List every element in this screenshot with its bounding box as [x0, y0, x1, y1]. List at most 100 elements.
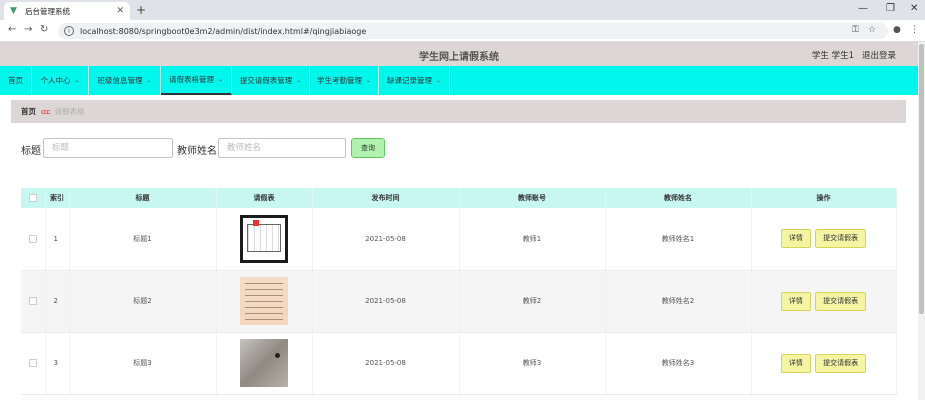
page-title: 学生网上请假系统 [419, 52, 499, 63]
index-cell: 2 [45, 270, 70, 333]
leave-form-image-cell [216, 208, 313, 271]
actions-cell: 详情 提交请假表 [751, 270, 897, 333]
leave-form-image-cell [216, 270, 313, 333]
chevron-down-icon: ⌄ [217, 76, 224, 83]
table-row: 3 标题3 2021-05-08 教师3 教师姓名3 详情 提交请假表 [21, 332, 897, 395]
window-close-icon[interactable]: ✕ [910, 3, 918, 15]
chevron-down-icon: ⌄ [146, 77, 152, 84]
leave-form-image-cell [216, 332, 313, 395]
column-header: 教师姓名 [605, 188, 752, 208]
nav-item-absence[interactable]: 缺课记录管理 ⌄ [379, 66, 450, 95]
chevron-down-icon: ⌄ [435, 77, 442, 84]
table-header-row: 索引 标题 请假表 发布时间 教师账号 教师姓名 操作 [21, 188, 897, 208]
nav-label: 学生考勤管理 [316, 76, 362, 85]
row-checkbox[interactable] [28, 234, 37, 243]
column-header: 请假表 [216, 188, 313, 208]
leave-form-thumbnail[interactable] [240, 277, 288, 325]
detail-button[interactable]: 详情 [780, 229, 811, 249]
minimize-icon[interactable]: — [858, 3, 868, 15]
forward-icon[interactable]: → [24, 24, 32, 36]
breadcrumb-current: 请假表格 [54, 107, 85, 116]
title-cell: 标题2 [69, 270, 217, 333]
new-tab-icon[interactable]: + [136, 3, 146, 17]
scrollbar-thumb[interactable] [919, 44, 924, 314]
nav-label: 提交请假表管理 [239, 76, 293, 85]
app-header: 学生网上请假系统 学生 学生1 退出登录 [0, 42, 918, 66]
index-cell: 1 [45, 208, 70, 271]
teacher-name-input[interactable] [218, 138, 346, 158]
column-header: 索引 [45, 188, 70, 208]
leave-form-thumbnail[interactable] [240, 214, 288, 263]
row-select-cell[interactable] [21, 270, 46, 333]
row-checkbox[interactable] [28, 359, 37, 367]
publish-time-cell: 2021-05-08 [312, 208, 460, 271]
nav-label: 首页 [8, 76, 23, 85]
teacher-name-label: 教师姓名 [177, 146, 217, 157]
chevron-down-icon: ⌄ [296, 77, 302, 84]
teacher-account-cell: 教师3 [459, 332, 606, 395]
key-icon[interactable]: ⚿ [852, 25, 859, 35]
reload-icon[interactable]: ↻ [40, 24, 48, 36]
publish-time-cell: 2021-05-08 [312, 270, 460, 333]
table-row: 2 标题2 2021-05-08 教师2 教师姓名2 详情 提交请假表 [21, 270, 897, 333]
star-icon[interactable]: ☆ [868, 25, 876, 35]
logout-link[interactable]: 退出登录 [862, 49, 896, 61]
browser-tab-strip: ▼ 后台管理系统 ✕ + — ❐ ✕ [0, 0, 925, 20]
submit-leave-button[interactable]: 提交请假表 [815, 353, 867, 373]
detail-button[interactable]: 详情 [780, 353, 811, 373]
title-cell: 标题1 [69, 208, 217, 271]
teacher-account-cell: 教师1 [459, 208, 606, 271]
breadcrumb-home[interactable]: 首页 [21, 106, 36, 117]
submit-leave-button[interactable]: 提交请假表 [815, 291, 867, 311]
nav-label: 个人中心 [40, 76, 71, 85]
title-input[interactable] [43, 138, 173, 158]
nav-item-leave-form[interactable]: 请假表格管理 ⌄ [161, 66, 232, 95]
page-scrollbar[interactable] [918, 42, 925, 400]
chevron-down-icon: ⌄ [74, 77, 80, 84]
teacher-name-cell: 教师姓名3 [605, 332, 752, 395]
title-cell: 标题3 [69, 332, 217, 395]
row-checkbox[interactable] [28, 297, 37, 305]
index-cell: 3 [45, 332, 70, 395]
nav-item-home[interactable]: 首页 [0, 66, 32, 95]
leave-form-thumbnail[interactable] [240, 339, 288, 387]
select-all-cell[interactable] [21, 188, 46, 208]
back-icon[interactable]: ← [8, 24, 16, 36]
breadcrumb: 首页 ccc 请假表格 [11, 100, 906, 123]
query-button[interactable]: 查询 [351, 138, 385, 158]
nav-item-personal-center[interactable]: 个人中心 ⌄ [32, 66, 89, 95]
browser-tab[interactable]: ▼ 后台管理系统 ✕ [4, 2, 130, 20]
vue-logo-icon: ▼ [10, 5, 17, 16]
column-header: 标题 [69, 188, 217, 208]
site-info-icon[interactable]: i [64, 26, 74, 36]
breadcrumb-separator: ccc [41, 107, 50, 116]
detail-button[interactable]: 详情 [780, 291, 811, 311]
submit-leave-button[interactable]: 提交请假表 [815, 229, 867, 249]
nav-label: 请假表格管理 [168, 75, 214, 84]
row-select-cell[interactable] [21, 332, 46, 395]
profile-icon[interactable]: ● [893, 25, 901, 35]
select-all-checkbox[interactable] [28, 194, 37, 202]
chevron-down-icon: ⌄ [365, 77, 372, 84]
nav-label: 班级信息管理 [97, 76, 143, 85]
nav-item-class-info[interactable]: 班级信息管理 ⌄ [89, 66, 161, 95]
column-header: 操作 [751, 188, 897, 208]
main-nav: 首页 个人中心 ⌄ 班级信息管理 ⌄ 请假表格管理 ⌄ 提交请假表管理 ⌄ 学生考勤管理… [0, 66, 918, 95]
nav-item-submit-leave[interactable]: 提交请假表管理 ⌄ [232, 66, 310, 95]
teacher-name-cell: 教师姓名1 [605, 208, 752, 271]
url-field[interactable]: i localhost:8080/springboot0e3m2/admin/d… [58, 23, 888, 39]
row-select-cell[interactable] [21, 208, 46, 271]
table-row: 1 标题1 2021-05-08 教师1 教师姓名1 详情 提交请假表 [21, 208, 897, 271]
menu-icon[interactable]: ⋮ [910, 25, 919, 35]
tab-title: 后台管理系统 [25, 6, 70, 16]
column-header: 教师账号 [459, 188, 606, 208]
actions-cell: 详情 提交请假表 [751, 208, 897, 271]
leave-form-table: 索引 标题 请假表 发布时间 教师账号 教师姓名 操作 1 标题1 2021-0… [21, 188, 897, 395]
maximize-icon[interactable]: ❐ [886, 3, 895, 15]
close-icon[interactable]: ✕ [116, 6, 124, 16]
teacher-account-cell: 教师2 [459, 270, 606, 333]
user-info: 学生 学生1 [811, 51, 854, 61]
url-text: localhost:8080/springboot0e3m2/admin/dis… [80, 26, 367, 36]
teacher-name-cell: 教师姓名2 [605, 270, 752, 333]
nav-item-attendance[interactable]: 学生考勤管理 ⌄ [310, 66, 379, 95]
